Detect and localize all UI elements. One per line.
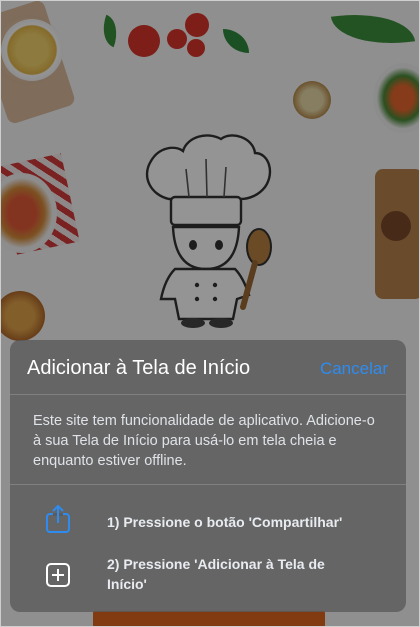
step-add-text: 2) Pressione 'Adicionar à Tela de Início… bbox=[107, 556, 325, 592]
step-add: 2) Pressione 'Adicionar à Tela de Início… bbox=[10, 554, 406, 604]
share-icon bbox=[44, 504, 72, 534]
description-divider bbox=[10, 484, 406, 485]
add-to-home-screen-sheet: Adicionar à Tela de Início Cancelar Este… bbox=[10, 340, 406, 612]
cancel-button[interactable]: Cancelar bbox=[320, 359, 388, 379]
sheet-header: Adicionar à Tela de Início Cancelar bbox=[10, 340, 406, 394]
step-share: 1) Pressione o botão 'Compartilhar' bbox=[10, 498, 406, 548]
sheet-title: Adicionar à Tela de Início bbox=[27, 357, 251, 379]
sheet-description: Este site tem funcionalidade de aplicati… bbox=[33, 413, 375, 469]
step-share-text: 1) Pressione o botão 'Compartilhar' bbox=[107, 514, 343, 530]
header-divider bbox=[10, 394, 406, 395]
add-square-icon bbox=[44, 560, 72, 590]
